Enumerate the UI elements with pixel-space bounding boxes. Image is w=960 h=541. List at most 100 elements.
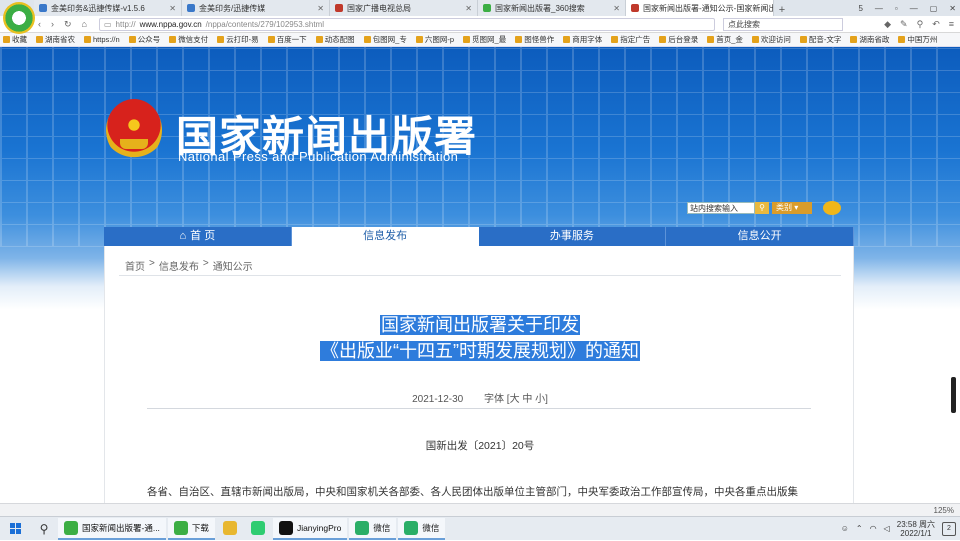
window-control-3[interactable]: ▫: [895, 4, 898, 13]
bookmark-icon: [3, 36, 10, 43]
home-icon[interactable]: ⌂: [82, 19, 87, 30]
back-icon[interactable]: ‹: [38, 19, 41, 30]
favorite-item[interactable]: 商用字体: [563, 34, 602, 45]
nav-item-1[interactable]: ⌂ 首 页: [104, 227, 292, 246]
browser-search-input[interactable]: 点此搜索: [722, 17, 843, 31]
favorite-item[interactable]: 包图网_专: [363, 34, 407, 45]
nav-item-4[interactable]: 信息公开: [666, 227, 854, 246]
breadcrumb-item[interactable]: 通知公示: [213, 258, 253, 273]
taskbar-app-5[interactable]: JianyingPro: [272, 517, 348, 540]
nav-item-label: 首 页: [190, 230, 216, 242]
close-icon[interactable]: ✕: [317, 4, 324, 13]
tab-bar: 金美印务&迅捷传媒-v1.5.6 ✕ 金美印务/迅捷传媒 ✕ 国家广播电视总局 ✕ 国家新闻…: [0, 0, 960, 34]
new-tab-button[interactable]: +: [774, 4, 790, 16]
taskbar-app-4[interactable]: [245, 518, 271, 540]
window-control-2[interactable]: —: [875, 4, 883, 13]
person-icon[interactable]: ☺: [841, 524, 849, 533]
window-control-6[interactable]: ✕: [949, 4, 956, 13]
favorite-label: 云打印-易: [226, 35, 259, 44]
wechat-icon[interactable]: [823, 201, 841, 215]
search-icon[interactable]: ⚲: [755, 202, 769, 214]
search-icon[interactable]: ⚲: [30, 522, 58, 536]
wifi-icon[interactable]: ◠: [870, 524, 877, 533]
close-icon[interactable]: ✕: [465, 4, 472, 13]
favorite-item[interactable]: 觅图网_最: [463, 34, 506, 45]
favorite-item[interactable]: 配音-文字: [799, 34, 841, 45]
app-icon: [222, 520, 237, 535]
favorite-item[interactable]: 中国万州: [898, 34, 937, 45]
nav-item-label: 办事服务: [549, 230, 594, 242]
start-button[interactable]: [0, 517, 30, 541]
window-control-1[interactable]: 5: [858, 4, 862, 13]
forward-icon[interactable]: ›: [51, 19, 54, 30]
app-icon: [250, 520, 265, 535]
window-control-4[interactable]: —: [910, 4, 918, 13]
extension-icon[interactable]: ⚲: [917, 19, 924, 30]
favorite-label: 微信支付: [178, 35, 209, 44]
taskbar-app-3[interactable]: [217, 518, 243, 540]
tab-3[interactable]: 国家广播电视总局 ✕: [330, 0, 478, 16]
taskbar-app-label: 微信: [422, 522, 440, 533]
favorite-item[interactable]: 百度一下: [267, 34, 307, 45]
bookmark-icon: [707, 36, 715, 43]
favorite-item[interactable]: 微信支付: [169, 34, 208, 45]
volume-icon[interactable]: ◁: [884, 524, 890, 533]
favorite-item[interactable]: 指定广告: [611, 34, 650, 45]
nav-item-2[interactable]: 信息发布: [291, 227, 479, 246]
bookmark-icon: [898, 36, 906, 43]
favorite-item[interactable]: 云打印-易: [217, 34, 259, 45]
address-bar[interactable]: ▭ http://www.nppa.gov.cn/nppa/contents/2…: [98, 17, 715, 31]
close-icon[interactable]: ✕: [613, 4, 620, 13]
menu-icon[interactable]: ≡: [949, 19, 954, 30]
chevron-up-icon[interactable]: ⌃: [856, 524, 863, 533]
nav-item-3[interactable]: 办事服务: [479, 227, 667, 246]
favorite-item[interactable]: https://n: [84, 35, 120, 44]
shield-icon[interactable]: ◆: [884, 19, 891, 30]
taskbar-app-label: 国家新闻出版署-通...: [82, 522, 160, 533]
tab-2[interactable]: 金美印务/迅捷传媒 ✕: [182, 0, 330, 16]
notification-badge[interactable]: 2: [942, 521, 956, 536]
search-category-select[interactable]: 类别 ▾: [772, 202, 812, 214]
favorite-item[interactable]: 湖南省农: [36, 34, 75, 45]
tab-4[interactable]: 国家新闻出版署_360搜索 ✕: [478, 0, 626, 16]
favorite-item[interactable]: 动态配图: [315, 34, 355, 45]
page-icon: ▭: [103, 19, 112, 29]
bookmark-icon: [751, 36, 759, 43]
taskbar-app-1[interactable]: 国家新闻出版署-通...: [58, 517, 166, 540]
taskbar-app-7[interactable]: 微信: [398, 517, 446, 540]
breadcrumb-item[interactable]: 首页: [125, 258, 145, 273]
window-control-5[interactable]: ▢: [930, 4, 938, 13]
app-icon: [404, 520, 419, 535]
clock[interactable]: 23:58 周六 2022/1/1: [897, 520, 935, 538]
browser-logo-icon[interactable]: [3, 2, 35, 34]
taskbar-app-2[interactable]: 下载: [167, 517, 215, 540]
bookmark-icon: [363, 36, 371, 43]
translate-icon[interactable]: ✎: [900, 19, 908, 30]
favorite-item[interactable]: 公众号: [128, 34, 160, 45]
favorite-item[interactable]: 后台登录: [659, 34, 698, 45]
tab-1[interactable]: 金美印务&迅捷传媒-v1.5.6 ✕: [34, 0, 182, 16]
favorite-item[interactable]: 湖南省政: [850, 34, 889, 45]
taskbar-app-label: 微信: [373, 522, 391, 533]
scrollbar-thumb[interactable]: [951, 377, 956, 413]
browser-tools: ◆ ✎ ⚲ ↶ ≡: [884, 19, 954, 30]
favorite-item[interactable]: 收藏: [3, 34, 27, 45]
favorite-item[interactable]: 图怪兽作: [515, 34, 554, 45]
favorite-label: 动态配图: [324, 35, 355, 44]
breadcrumb-item[interactable]: 信息发布: [159, 258, 199, 273]
favorite-item[interactable]: 首页_金: [707, 34, 743, 45]
tab-5[interactable]: 国家新闻出版署-通知公示-国家新闻出✕: [626, 0, 774, 16]
address-prefix: http://: [115, 19, 136, 29]
close-icon[interactable]: ✕: [169, 4, 176, 13]
site-search-input[interactable]: 站内搜索输入: [687, 202, 755, 214]
bookmark-icon: [315, 36, 323, 43]
font-size-controls[interactable]: 字体 [大 中 小]: [484, 394, 548, 405]
zoom-level[interactable]: 125%: [934, 506, 954, 515]
app-icon: [278, 520, 293, 535]
favorite-item[interactable]: 六图网-p: [415, 34, 454, 45]
refresh-icon[interactable]: ↻: [64, 19, 72, 30]
undo-icon[interactable]: ↶: [932, 19, 940, 30]
favorite-item[interactable]: 欢迎访问: [751, 34, 791, 45]
taskbar-app-6[interactable]: 微信: [349, 517, 397, 540]
favorite-label: 指定广告: [620, 35, 651, 44]
